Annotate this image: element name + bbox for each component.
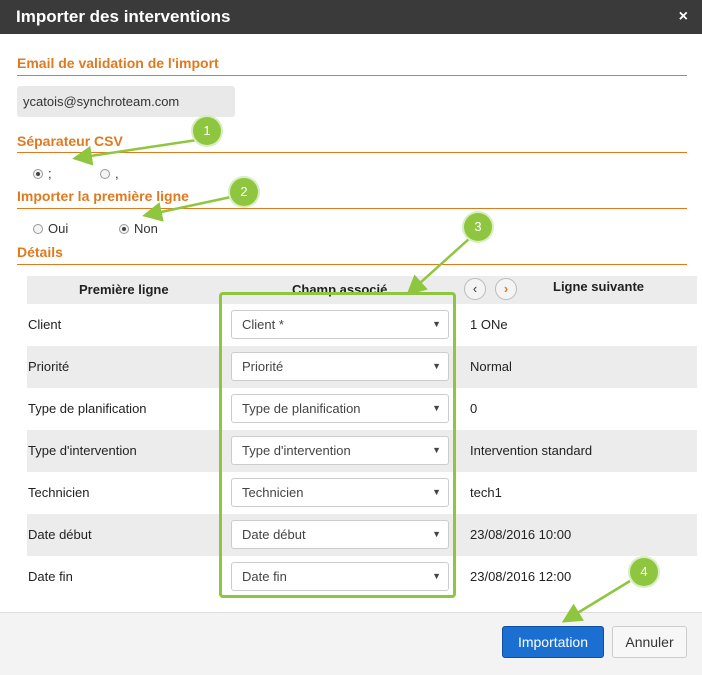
divider <box>17 152 687 153</box>
caret-down-icon: ▼ <box>432 529 441 539</box>
table-row: Technicien Technicien ▼ tech1 <box>27 472 697 514</box>
field-select-priorite[interactable]: Priorité ▼ <box>231 352 449 381</box>
radio-first-line-oui[interactable]: Oui <box>33 221 68 236</box>
cancel-button[interactable]: Annuler <box>612 626 687 658</box>
divider <box>17 264 687 265</box>
caret-down-icon: ▼ <box>432 361 441 371</box>
row-next-value: 0 <box>470 401 478 416</box>
caret-down-icon: ▼ <box>432 445 441 455</box>
first-line-section-heading: Importer la première ligne <box>17 188 189 204</box>
select-value: Type d'intervention <box>242 443 351 458</box>
chevron-right-icon[interactable]: › <box>495 278 517 300</box>
radio-unchecked-icon[interactable] <box>100 168 110 179</box>
table-row: Date début Date début ▼ 23/08/2016 10:00 <box>27 514 697 556</box>
radio-checked-icon[interactable] <box>119 223 129 234</box>
column-header-field: Champ associé <box>292 282 388 297</box>
caret-down-icon: ▼ <box>432 571 441 581</box>
table-row: Type de planification Type de planificat… <box>27 388 697 430</box>
row-next-value: Normal <box>470 359 512 374</box>
import-button[interactable]: Importation <box>502 626 604 658</box>
caret-down-icon: ▼ <box>432 487 441 497</box>
select-value: Type de planification <box>242 401 361 416</box>
separator-section-heading: Séparateur CSV <box>17 133 123 149</box>
field-select-type-intervention[interactable]: Type d'intervention ▼ <box>231 436 449 465</box>
field-select-client[interactable]: Client * ▼ <box>231 310 449 339</box>
row-next-value: tech1 <box>470 485 502 500</box>
row-next-value: 1 ONe <box>470 317 508 332</box>
radio-separator-comma[interactable]: , <box>100 166 119 181</box>
table-row: Client Client * ▼ 1 ONe <box>27 304 697 346</box>
field-select-date-fin[interactable]: Date fin ▼ <box>231 562 449 591</box>
chevron-left-icon[interactable]: ‹ <box>464 278 486 300</box>
annotation-badge-2: 2 <box>230 178 258 206</box>
table-row: Type d'intervention Type d'intervention ▼… <box>27 430 697 472</box>
row-next-value: Intervention standard <box>470 443 593 458</box>
annotation-badge-1: 1 <box>193 117 221 145</box>
radio-checked-icon[interactable] <box>33 168 43 179</box>
divider <box>17 208 687 209</box>
row-label: Date début <box>28 527 92 542</box>
row-label: Client <box>28 317 62 332</box>
close-icon[interactable]: × <box>679 8 688 26</box>
email-field[interactable]: ycatois@synchroteam.com <box>17 86 235 117</box>
select-value: Technicien <box>242 485 304 500</box>
field-select-technicien[interactable]: Technicien ▼ <box>231 478 449 507</box>
row-next-value: 23/08/2016 10:00 <box>470 527 572 542</box>
row-label: Type de planification <box>28 401 147 416</box>
row-label: Technicien <box>28 485 90 500</box>
row-label: Type d'intervention <box>28 443 137 458</box>
select-value: Date début <box>242 527 306 542</box>
column-header-first-line: Première ligne <box>79 282 169 297</box>
select-value: Priorité <box>242 359 284 374</box>
column-header-next-line: Ligne suivante <box>553 279 645 294</box>
row-next-value: 23/08/2016 12:00 <box>470 569 572 584</box>
row-label: Date fin <box>28 569 73 584</box>
radio-label: , <box>115 166 119 181</box>
row-label: Priorité <box>28 359 70 374</box>
dialog-titlebar: Importer des interventions × <box>0 0 702 34</box>
select-value: Date fin <box>242 569 287 584</box>
radio-first-line-non[interactable]: Non <box>119 221 158 236</box>
annotation-badge-3: 3 <box>464 213 492 241</box>
caret-down-icon: ▼ <box>432 403 441 413</box>
table-row: Priorité Priorité ▼ Normal <box>27 346 697 388</box>
caret-down-icon: ▼ <box>432 319 441 329</box>
select-value: Client * <box>242 317 284 332</box>
radio-label: ; <box>48 166 52 181</box>
radio-separator-semicolon[interactable]: ; <box>33 166 52 181</box>
dialog-title: Importer des interventions <box>16 7 231 26</box>
details-section-heading: Détails <box>17 244 63 260</box>
field-select-type-planification[interactable]: Type de planification ▼ <box>231 394 449 423</box>
radio-label: Non <box>134 221 158 236</box>
radio-unchecked-icon[interactable] <box>33 223 43 234</box>
annotation-badge-4: 4 <box>630 558 658 586</box>
field-select-date-debut[interactable]: Date début ▼ <box>231 520 449 549</box>
table-row: Date fin Date fin ▼ 23/08/2016 12:00 <box>27 556 697 598</box>
divider <box>17 75 687 76</box>
radio-label: Oui <box>48 221 69 236</box>
email-section-heading: Email de validation de l'import <box>17 55 219 71</box>
